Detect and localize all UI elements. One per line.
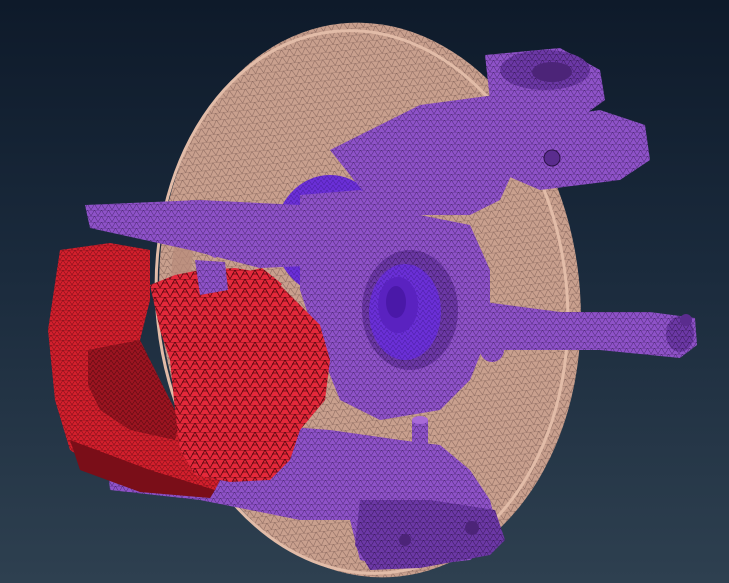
caliper-bracket-lower: [195, 260, 228, 295]
mesh-scene: [48, 22, 697, 578]
wheel-hub[interactable]: [362, 250, 458, 370]
fem-mesh-viewport[interactable]: [0, 0, 729, 583]
